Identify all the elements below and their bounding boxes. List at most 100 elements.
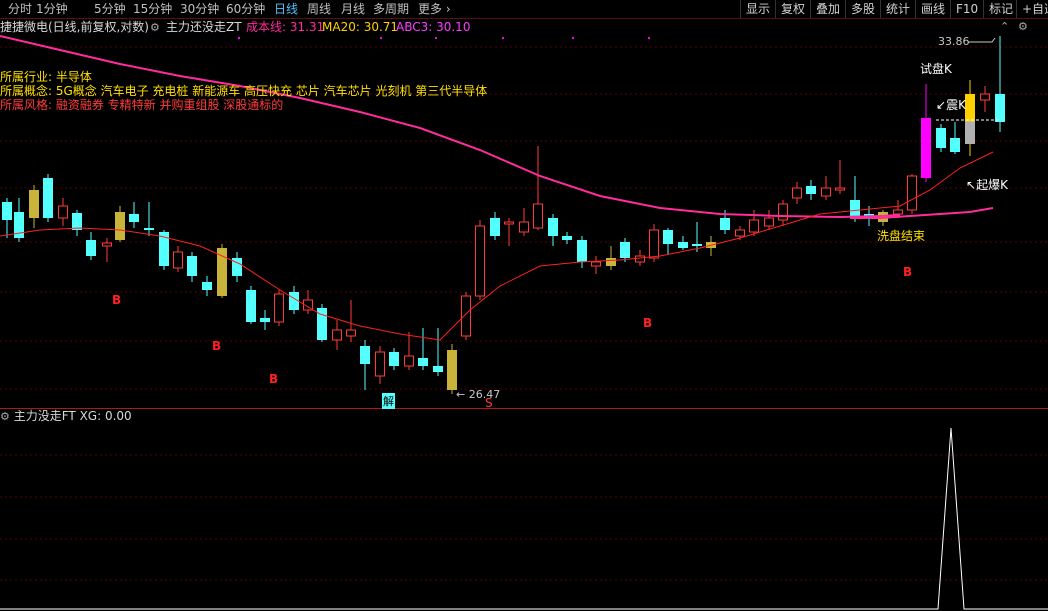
candle	[447, 344, 457, 394]
settings-icon[interactable]: ⚙	[1018, 19, 1028, 35]
candle-body	[778, 203, 788, 221]
ma20-value: MA20: 30.71	[322, 20, 399, 34]
candle	[202, 276, 212, 296]
sub-indicator-name[interactable]: 主力没走FT	[14, 409, 76, 423]
candle	[246, 286, 256, 324]
chevron-up-icon[interactable]: ⌃	[1000, 19, 1009, 35]
explode-k-label: ↖起爆K	[966, 178, 1008, 192]
candle	[43, 174, 53, 222]
candle-body	[433, 366, 443, 372]
candle-body	[144, 228, 154, 230]
candle-body	[260, 318, 270, 322]
candle	[389, 348, 399, 370]
candle-body	[850, 200, 860, 218]
candle	[404, 332, 414, 370]
candle	[548, 214, 558, 246]
candle	[995, 36, 1005, 132]
candle-body	[475, 225, 485, 297]
cost-line-value: 成本线: 31.31	[246, 20, 325, 34]
candle-body	[360, 346, 370, 364]
candle-body	[72, 213, 82, 230]
candle	[936, 124, 946, 152]
candle	[72, 210, 82, 236]
candle-body	[129, 214, 139, 222]
candle-body	[649, 229, 659, 259]
candle	[129, 202, 139, 228]
buy-signal-b: B	[903, 265, 913, 279]
shock-k-text: 震K	[946, 98, 966, 112]
candle-body	[246, 290, 256, 322]
shock-k-label: ↙震K	[936, 98, 966, 112]
candle-body	[187, 256, 197, 276]
candle	[29, 185, 39, 228]
abc3-value: ABC3: 30.10	[396, 20, 471, 34]
candle-body	[217, 248, 227, 296]
candle-body	[519, 221, 529, 233]
concept-line: 所属概念: 5G概念 汽车电子 充电桩 新能源车 高压快充 芯片 汽车芯片 光刻…	[0, 84, 488, 98]
stock-title: 捷捷微电(日线,前复权,对数)	[0, 20, 149, 34]
candle-body	[591, 261, 601, 267]
candle	[217, 244, 227, 298]
candle	[764, 210, 774, 230]
candle	[792, 182, 802, 204]
candle	[86, 232, 96, 260]
buy-signal-b: B	[112, 293, 122, 307]
candle-body	[907, 175, 917, 211]
sub-indicator-bar: ⚙ 主力没走FT XG: 0.00	[0, 409, 132, 424]
settings-icon[interactable]: ⚙	[0, 410, 10, 423]
candle-body	[115, 212, 125, 240]
signal-dot	[572, 37, 574, 39]
candle	[14, 198, 24, 242]
candle-body	[375, 351, 385, 377]
candle-body	[2, 202, 12, 220]
candle-body	[921, 118, 931, 178]
candle	[232, 252, 242, 282]
candle	[332, 320, 342, 350]
candle	[475, 220, 485, 300]
candle-body	[43, 178, 53, 218]
price-high-label: 33.86	[938, 35, 970, 48]
industry-line: 所属行业: 半导体	[0, 70, 92, 84]
candle	[591, 256, 601, 274]
indicator-name[interactable]: 主力还没走ZT	[166, 19, 242, 35]
candle-body-lower	[965, 121, 975, 144]
candle-body	[86, 240, 96, 256]
candle	[418, 328, 428, 370]
buy-signal-b: B	[643, 316, 653, 330]
settings-icon[interactable]: ⚙	[150, 20, 160, 36]
candle	[749, 210, 759, 236]
candle-body	[821, 187, 831, 197]
candle	[850, 176, 860, 222]
candle	[778, 200, 788, 226]
candle-body	[635, 255, 645, 263]
candle	[606, 246, 616, 270]
candle-body	[404, 355, 414, 367]
candle	[577, 236, 587, 268]
candle-body	[720, 218, 730, 230]
candle-body	[606, 258, 616, 266]
cost-line	[0, 35, 901, 219]
candle	[187, 252, 197, 282]
ma20-line	[0, 151, 994, 341]
candle-body	[620, 242, 630, 258]
candle-body	[332, 329, 342, 341]
signal-dot	[238, 37, 240, 39]
candle	[821, 176, 831, 200]
candle-body	[936, 128, 946, 148]
candle-body	[735, 229, 745, 237]
candle-body	[995, 94, 1005, 122]
main-indicator-bar: 捷捷微电(日线,前复权,对数) ⚙ 主力还没走ZT 成本线: 31.31 MA2…	[0, 19, 1048, 35]
candle	[58, 198, 68, 226]
candle-body	[663, 230, 673, 244]
candle	[678, 236, 688, 250]
candle	[461, 292, 471, 340]
candle-body	[692, 244, 702, 246]
candle-body	[806, 186, 816, 194]
candle	[274, 290, 284, 326]
candle-body	[893, 209, 903, 215]
candle-body	[504, 221, 514, 225]
candle	[907, 174, 917, 214]
candle	[375, 346, 385, 384]
candle	[950, 122, 960, 154]
price-low-label: ← 26.47	[456, 388, 501, 401]
